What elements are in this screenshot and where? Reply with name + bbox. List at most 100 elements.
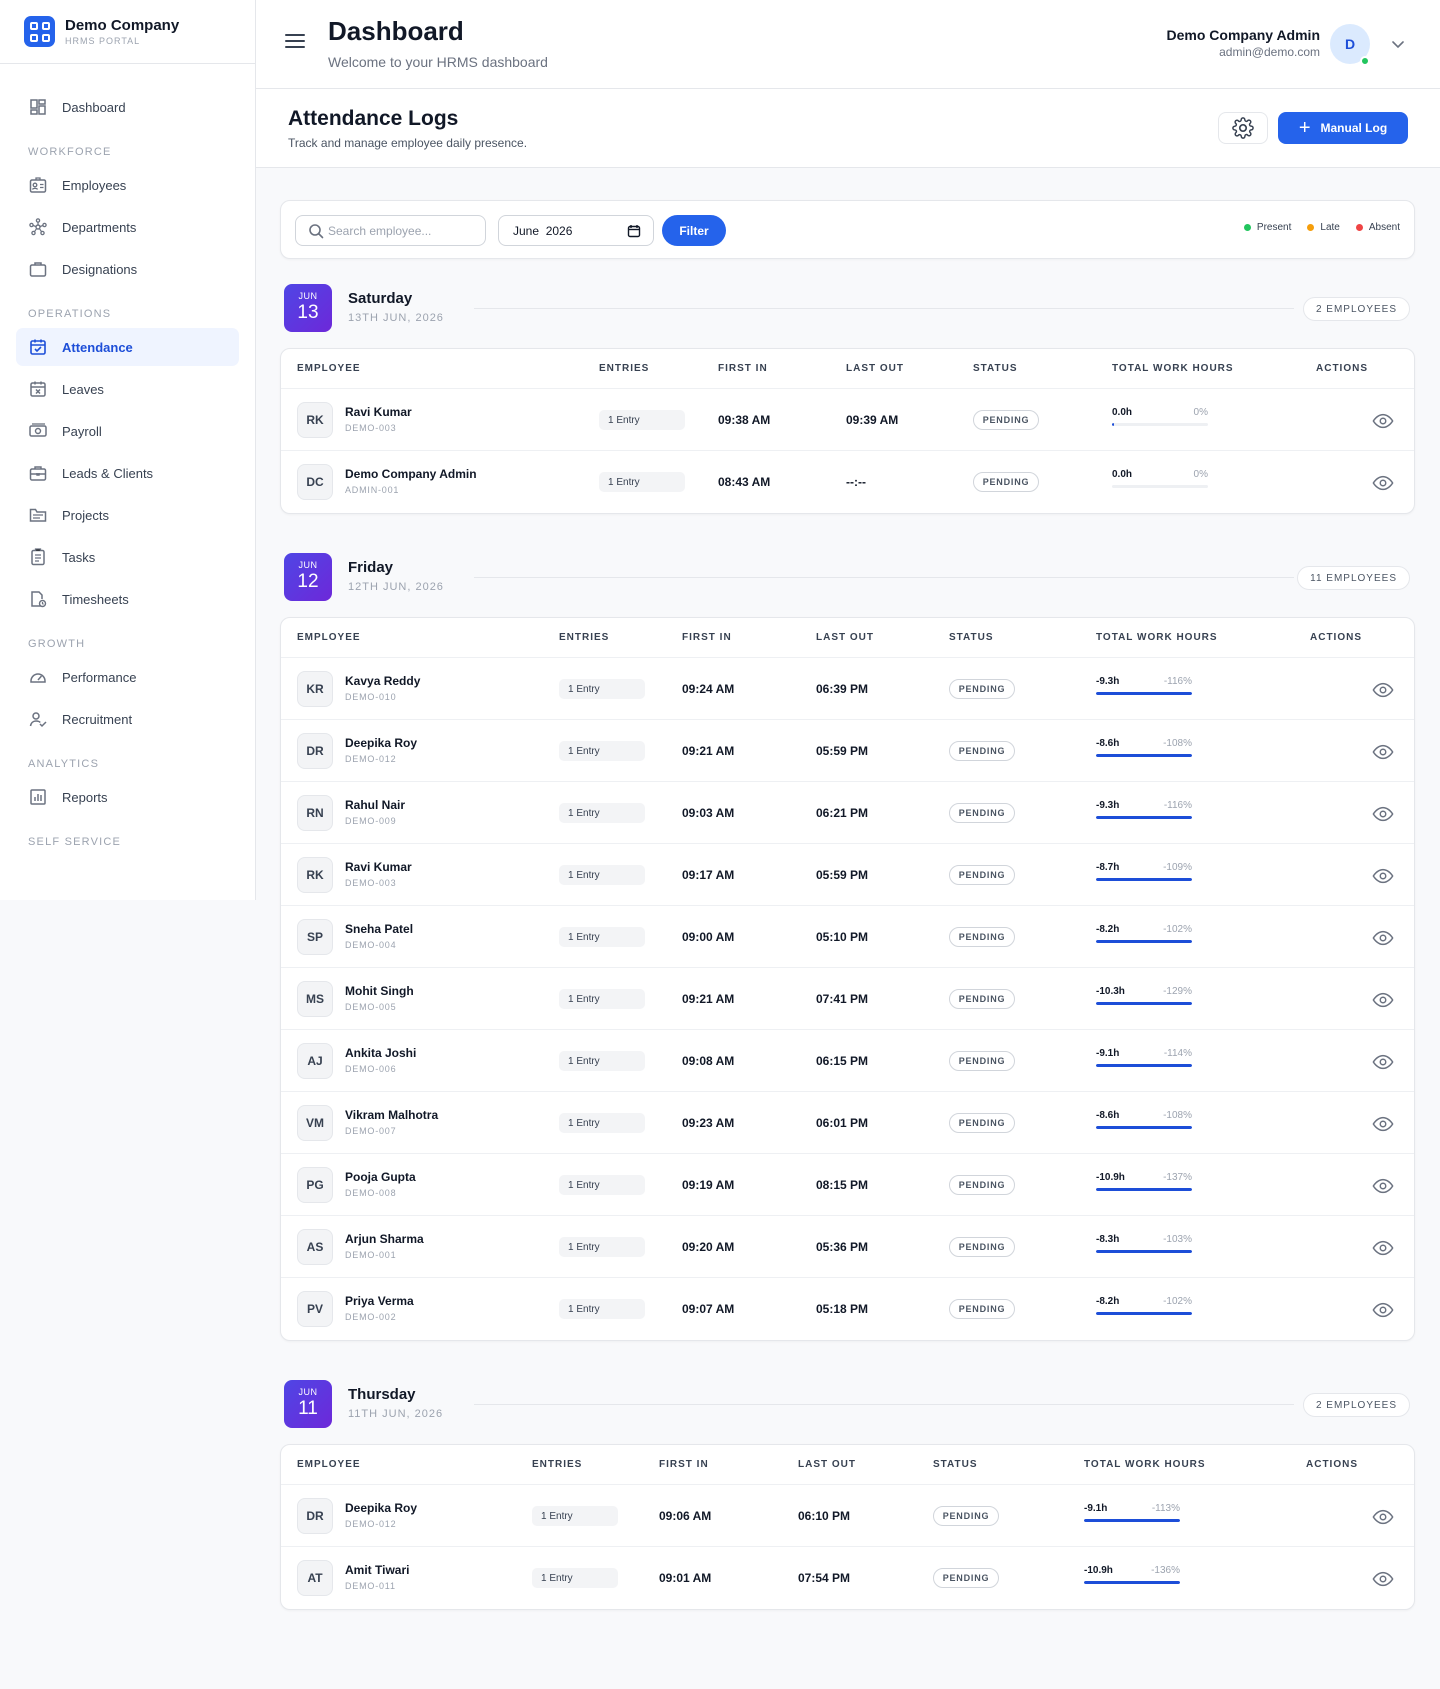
sidebar-item-dashboard[interactable]: Dashboard — [16, 88, 239, 126]
user-email: admin@demo.com — [1219, 45, 1320, 59]
view-eye-icon[interactable] — [1372, 1175, 1394, 1197]
chevron-down-icon[interactable] — [1390, 36, 1406, 52]
table-row[interactable]: KR Kavya Reddy DEMO-010 1 Entry 09:24 AM… — [281, 658, 1414, 720]
employee-name[interactable]: Mohit Singh — [345, 984, 414, 998]
employee-name[interactable]: Kavya Reddy — [345, 674, 420, 688]
work-hours-value: -9.3h — [1096, 676, 1120, 687]
first-in-time: 09:23 AM — [682, 1116, 735, 1130]
sidebar-item-reports[interactable]: Reports — [16, 778, 239, 816]
view-eye-icon[interactable] — [1372, 741, 1394, 763]
employee-name[interactable]: Priya Verma — [345, 1294, 414, 1308]
sidebar-item-label: Leaves — [62, 381, 104, 397]
table-row[interactable]: PV Priya Verma DEMO-002 1 Entry 09:07 AM… — [281, 1278, 1414, 1340]
sidebar-item-recruitment[interactable]: Recruitment — [16, 700, 239, 738]
status-badge: PENDING — [949, 989, 1015, 1009]
section-subtitle: Track and manage employee daily presence… — [288, 136, 528, 150]
table-row[interactable]: DC Demo Company Admin ADMIN-001 1 Entry … — [281, 451, 1414, 513]
sidebar-item-performance[interactable]: Performance — [16, 658, 239, 696]
column-header-first-in: FIRST IN — [682, 632, 732, 643]
employee-name[interactable]: Pooja Gupta — [345, 1170, 416, 1184]
view-eye-icon[interactable] — [1372, 1506, 1394, 1528]
attendance-table: EMPLOYEE ENTRIES FIRST IN LAST OUT STATUS TOT… — [280, 617, 1415, 1341]
view-eye-icon[interactable] — [1372, 410, 1394, 432]
employee-name[interactable]: Ankita Joshi — [345, 1046, 416, 1060]
employee-id: DEMO-004 — [345, 940, 397, 950]
employee-id: DEMO-003 — [345, 423, 397, 433]
month-picker[interactable]: June 2026 — [498, 215, 654, 246]
employee-name[interactable]: Vikram Malhotra — [345, 1108, 438, 1122]
view-eye-icon[interactable] — [1372, 1051, 1394, 1073]
page-title: Dashboard — [328, 16, 464, 46]
table-row[interactable]: AJ Ankita Joshi DEMO-006 1 Entry 09:08 A… — [281, 1030, 1414, 1092]
status-badge: PENDING — [933, 1568, 999, 1588]
work-hours-progress-fill — [1084, 1581, 1180, 1584]
first-in-time: 09:19 AM — [682, 1178, 735, 1192]
view-eye-icon[interactable] — [1372, 679, 1394, 701]
search-input[interactable] — [328, 223, 478, 238]
work-hours-percent: -108% — [1163, 1110, 1192, 1121]
status-badge: PENDING — [949, 1175, 1015, 1195]
search-box[interactable] — [295, 215, 486, 246]
user-info[interactable]: Demo Company Admin admin@demo.com — [1167, 27, 1321, 59]
view-eye-icon[interactable] — [1372, 865, 1394, 887]
employee-name[interactable]: Ravi Kumar — [345, 405, 412, 419]
view-eye-icon[interactable] — [1372, 1237, 1394, 1259]
brand[interactable]: Demo Company HRMS PORTAL — [0, 0, 255, 64]
view-eye-icon[interactable] — [1372, 1113, 1394, 1135]
employee-name[interactable]: Sneha Patel — [345, 922, 413, 936]
sidebar-item-leads-clients[interactable]: Leads & Clients — [16, 454, 239, 492]
search-icon — [309, 223, 324, 238]
sidebar-item-employees[interactable]: Employees — [16, 166, 239, 204]
employee-name[interactable]: Arjun Sharma — [345, 1232, 424, 1246]
sidebar-item-projects[interactable]: Projects — [16, 496, 239, 534]
table-row[interactable]: PG Pooja Gupta DEMO-008 1 Entry 09:19 AM… — [281, 1154, 1414, 1216]
employee-id: DEMO-005 — [345, 1002, 397, 1012]
table-row[interactable]: AS Arjun Sharma DEMO-001 1 Entry 09:20 A… — [281, 1216, 1414, 1278]
sidebar-item-timesheets[interactable]: Timesheets — [16, 580, 239, 618]
table-row[interactable]: DR Deepika Roy DEMO-012 1 Entry 09:21 AM… — [281, 720, 1414, 782]
employee-name[interactable]: Ravi Kumar — [345, 860, 412, 874]
view-eye-icon[interactable] — [1372, 1299, 1394, 1321]
sidebar-item-payroll[interactable]: Payroll — [16, 412, 239, 450]
table-row[interactable]: AT Amit Tiwari DEMO-011 1 Entry 09:01 AM… — [281, 1547, 1414, 1609]
sidebar-item-tasks[interactable]: Tasks — [16, 538, 239, 576]
view-eye-icon[interactable] — [1372, 472, 1394, 494]
table-row[interactable]: VM Vikram Malhotra DEMO-007 1 Entry 09:2… — [281, 1092, 1414, 1154]
calendar-icon[interactable] — [627, 224, 641, 238]
last-out-time: 07:41 PM — [816, 992, 869, 1006]
table-row[interactable]: RK Ravi Kumar DEMO-003 1 Entry 09:17 AM … — [281, 844, 1414, 906]
manual-log-button[interactable]: + Manual Log — [1278, 112, 1408, 144]
view-eye-icon[interactable] — [1372, 1568, 1394, 1590]
entries-badge: 1 Entry — [532, 1568, 618, 1588]
employee-name[interactable]: Rahul Nair — [345, 798, 405, 812]
view-eye-icon[interactable] — [1372, 803, 1394, 825]
status-badge: PENDING — [949, 803, 1015, 823]
employee-name[interactable]: Amit Tiwari — [345, 1563, 409, 1577]
table-row[interactable]: RK Ravi Kumar DEMO-003 1 Entry 09:38 AM … — [281, 389, 1414, 451]
sidebar-item-departments[interactable]: Departments — [16, 208, 239, 246]
hamburger-menu-icon[interactable] — [284, 30, 306, 52]
filter-button[interactable]: Filter — [662, 215, 726, 246]
work-hours-progress — [1096, 1126, 1192, 1129]
settings-button[interactable] — [1218, 112, 1268, 144]
table-row[interactable]: DR Deepika Roy DEMO-012 1 Entry 09:06 AM… — [281, 1485, 1414, 1547]
table-row[interactable]: SP Sneha Patel DEMO-004 1 Entry 09:00 AM… — [281, 906, 1414, 968]
date-badge-month: JUN — [298, 560, 318, 570]
sidebar-item-attendance[interactable]: Attendance — [16, 328, 239, 366]
sidebar-item-label: Recruitment — [62, 711, 133, 727]
employee-count-badge: 2 EMPLOYEES — [1302, 1393, 1410, 1417]
employee-name[interactable]: Demo Company Admin — [345, 467, 477, 481]
employee-name[interactable]: Deepika Roy — [345, 1501, 417, 1515]
view-eye-icon[interactable] — [1372, 927, 1394, 949]
sidebar-item-designations[interactable]: Designations — [16, 250, 239, 288]
view-eye-icon[interactable] — [1372, 989, 1394, 1011]
first-in-time: 09:20 AM — [682, 1240, 735, 1254]
work-hours-percent: -116% — [1163, 800, 1192, 811]
employee-name[interactable]: Deepika Roy — [345, 736, 417, 750]
table-row[interactable]: RN Rahul Nair DEMO-009 1 Entry 09:03 AM … — [281, 782, 1414, 844]
case-icon — [28, 463, 48, 483]
column-header-hours: TOTAL WORK HOURS — [1112, 363, 1234, 374]
table-row[interactable]: MS Mohit Singh DEMO-005 1 Entry 09:21 AM… — [281, 968, 1414, 1030]
column-header-entries: ENTRIES — [559, 632, 610, 643]
sidebar-item-leaves[interactable]: Leaves — [16, 370, 239, 408]
